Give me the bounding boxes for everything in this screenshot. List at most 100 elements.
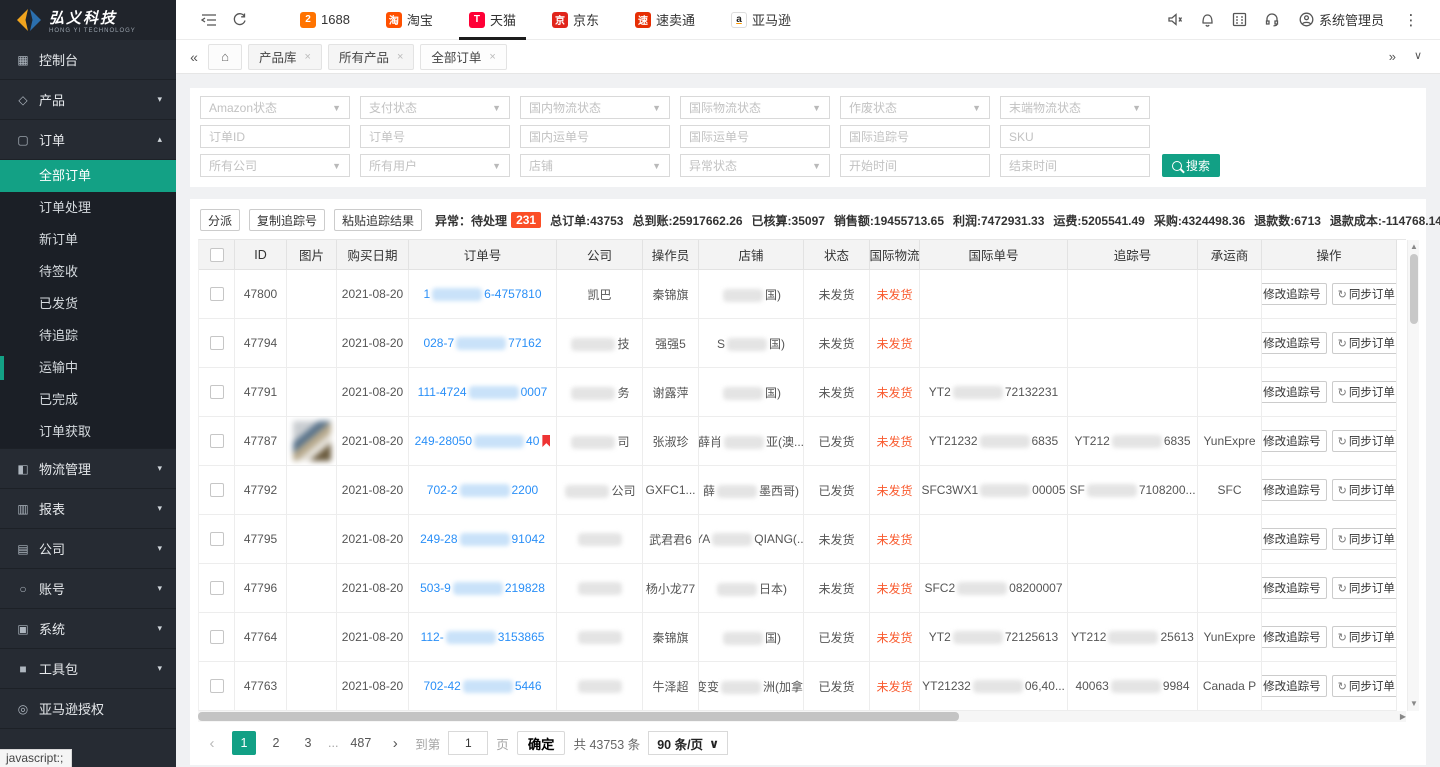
submenu-item-pending-receipt[interactable]: 待签收: [0, 256, 176, 288]
filter-select[interactable]: 国内物流状态▼: [520, 96, 670, 119]
row-checkbox[interactable]: [210, 679, 224, 693]
submenu-item-completed[interactable]: 已完成: [0, 384, 176, 416]
tabs-scroll-left-icon[interactable]: «: [180, 49, 208, 65]
filter-select[interactable]: 异常状态▼: [680, 154, 830, 177]
row-checkbox[interactable]: [210, 385, 224, 399]
sidebar-item-logistics[interactable]: ◧物流管理▾: [0, 449, 176, 489]
select-all-checkbox[interactable]: [210, 248, 224, 262]
sidebar-item-reports[interactable]: ▥报表▾: [0, 489, 176, 529]
row-checkbox[interactable]: [210, 532, 224, 546]
goto-page-input[interactable]: [448, 731, 488, 755]
sidebar-item-amazon-auth[interactable]: ◎亚马逊授权: [0, 689, 176, 729]
tab-product-library[interactable]: 产品库×: [248, 44, 322, 70]
tabs-dropdown-icon[interactable]: ∨: [1414, 49, 1422, 64]
edit-tracking-button[interactable]: 修改追踪号: [1262, 675, 1327, 697]
sync-order-button[interactable]: ↻同步订单: [1332, 430, 1397, 452]
filter-input-field[interactable]: [209, 130, 341, 144]
sync-order-button[interactable]: ↻同步订单: [1332, 528, 1397, 550]
nav-item-tmall[interactable]: T天猫: [451, 0, 534, 40]
close-tab-icon[interactable]: ×: [305, 51, 311, 63]
tab-all-products[interactable]: 所有产品×: [328, 44, 414, 70]
filter-input-field[interactable]: [369, 130, 501, 144]
scroll-down-icon[interactable]: ▼: [1408, 698, 1420, 710]
nav-item-jd[interactable]: 京京东: [534, 0, 617, 40]
filter-select[interactable]: 支付状态▼: [360, 96, 510, 119]
filter-select[interactable]: 店铺▼: [520, 154, 670, 177]
page-button-1[interactable]: 1: [232, 731, 256, 755]
horizontal-scrollbar[interactable]: ▶: [198, 711, 1406, 722]
copy-tracking-button[interactable]: 复制追踪号: [249, 209, 325, 231]
sync-order-button[interactable]: ↻同步订单: [1332, 626, 1397, 648]
announcement-speaker-icon[interactable]: [1161, 0, 1191, 40]
dispatch-button[interactable]: 分派: [200, 209, 240, 231]
tab-all-orders[interactable]: 全部订单×: [420, 44, 506, 70]
submenu-item-shipped[interactable]: 已发货: [0, 288, 176, 320]
submenu-item-pending-track[interactable]: 待追踪: [0, 320, 176, 352]
sync-order-button[interactable]: ↻同步订单: [1332, 381, 1397, 403]
scroll-right-icon[interactable]: ▶: [1400, 711, 1406, 722]
row-checkbox[interactable]: [210, 434, 224, 448]
filter-select[interactable]: 所有公司▼: [200, 154, 350, 177]
sidebar-item-system[interactable]: ▣系统▾: [0, 609, 176, 649]
filter-select[interactable]: Amazon状态▼: [200, 96, 350, 119]
sidebar-item-console[interactable]: ▦控制台: [0, 40, 176, 80]
paste-tracking-result-button[interactable]: 粘贴追踪结果: [334, 209, 422, 231]
vertical-scrollbar[interactable]: ▲▼: [1407, 240, 1419, 711]
filter-select[interactable]: 作废状态▼: [840, 96, 990, 119]
filter-input-field[interactable]: [1009, 130, 1141, 144]
prev-page-button[interactable]: ‹: [200, 731, 224, 755]
sidebar-item-products[interactable]: ◇产品▾: [0, 80, 176, 120]
filter-input-field[interactable]: [529, 130, 661, 144]
filter-select[interactable]: 所有用户▼: [360, 154, 510, 177]
nav-item-1688[interactable]: 21688: [282, 0, 368, 40]
more-kebab-icon[interactable]: ⋮: [1396, 0, 1426, 40]
submenu-item-all-orders[interactable]: 全部订单: [0, 160, 176, 192]
filter-input-field[interactable]: [849, 159, 981, 173]
home-tab[interactable]: ⌂: [208, 44, 242, 70]
edit-tracking-button[interactable]: 修改追踪号: [1262, 332, 1327, 354]
sync-order-button[interactable]: ↻同步订单: [1332, 283, 1397, 305]
notifications-bell-icon[interactable]: [1193, 0, 1223, 40]
sidebar-item-company[interactable]: ▤公司▾: [0, 529, 176, 569]
filter-input-field[interactable]: [849, 130, 981, 144]
sidebar-item-orders[interactable]: ▢订单▴: [0, 120, 176, 160]
nav-item-amazon[interactable]: a亚马逊: [713, 0, 809, 40]
page-button-487[interactable]: 487: [346, 731, 375, 755]
edit-tracking-button[interactable]: 修改追踪号: [1262, 283, 1327, 305]
row-checkbox[interactable]: [210, 336, 224, 350]
submenu-item-order-handling[interactable]: 订单处理: [0, 192, 176, 224]
filter-input-field[interactable]: [689, 130, 821, 144]
submenu-item-order-fetch[interactable]: 订单获取: [0, 416, 176, 448]
nav-item-aliexpress[interactable]: 速速卖通: [617, 0, 713, 40]
edit-tracking-button[interactable]: 修改追踪号: [1262, 479, 1327, 501]
sync-order-button[interactable]: ↻同步订单: [1332, 675, 1397, 697]
row-checkbox[interactable]: [210, 581, 224, 595]
refresh-icon[interactable]: [224, 0, 254, 40]
page-size-select[interactable]: 90 条/页∨: [648, 731, 728, 755]
filter-select[interactable]: 国际物流状态▼: [680, 96, 830, 119]
sync-order-button[interactable]: ↻同步订单: [1332, 479, 1397, 501]
close-tab-icon[interactable]: ×: [489, 51, 495, 63]
tabs-more-icon[interactable]: »: [1389, 49, 1396, 64]
sidebar-item-account[interactable]: ○账号▾: [0, 569, 176, 609]
submenu-item-new-orders[interactable]: 新订单: [0, 224, 176, 256]
customer-service-icon[interactable]: [1257, 0, 1287, 40]
page-button-3[interactable]: 3: [296, 731, 320, 755]
edit-tracking-button[interactable]: 修改追踪号: [1262, 430, 1327, 452]
confirm-button[interactable]: 确定: [517, 731, 566, 755]
row-checkbox[interactable]: [210, 483, 224, 497]
filter-input-field[interactable]: [1009, 159, 1141, 173]
page-button-2[interactable]: 2: [264, 731, 288, 755]
sync-order-button[interactable]: ↻同步订单: [1332, 332, 1397, 354]
row-checkbox[interactable]: [210, 287, 224, 301]
edit-tracking-button[interactable]: 修改追踪号: [1262, 381, 1327, 403]
row-checkbox[interactable]: [210, 630, 224, 644]
user-menu[interactable]: 系统管理员: [1289, 10, 1394, 29]
filter-select[interactable]: 末端物流状态▼: [1000, 96, 1150, 119]
nav-item-taobao[interactable]: 淘淘宝: [368, 0, 451, 40]
submenu-item-in-transit[interactable]: 运输中: [0, 352, 176, 384]
edit-tracking-button[interactable]: 修改追踪号: [1262, 528, 1327, 550]
next-page-button[interactable]: ›: [383, 731, 407, 755]
search-button[interactable]: 搜索: [1162, 154, 1220, 177]
edit-tracking-button[interactable]: 修改追踪号: [1262, 577, 1327, 599]
